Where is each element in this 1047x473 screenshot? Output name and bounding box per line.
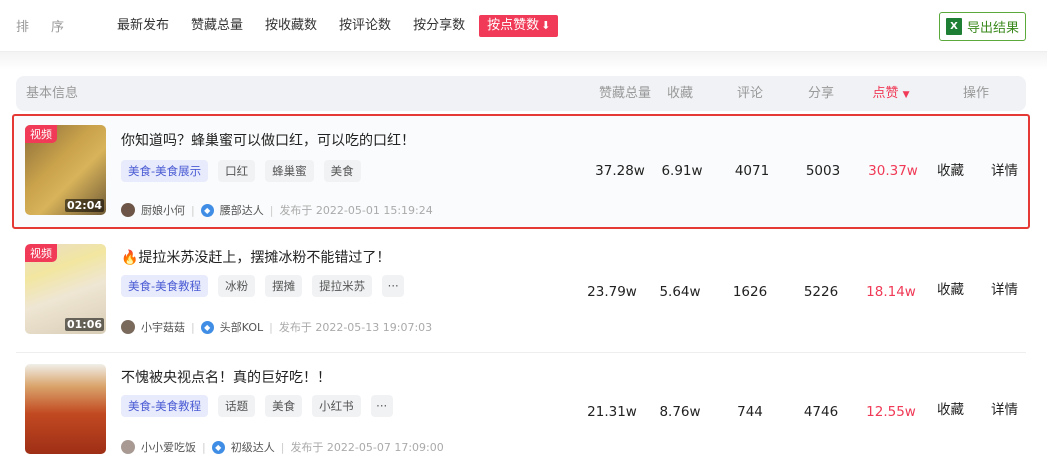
sort-label: 排序: [16, 20, 87, 35]
level-icon: ◆: [200, 320, 214, 334]
divider: |: [269, 320, 273, 334]
tag-list: 美食-美食展示 口红 蜂巢蜜 美食: [121, 160, 361, 182]
export-button[interactable]: X 导出结果: [939, 12, 1026, 41]
author-name[interactable]: 小小爱吃饭: [141, 439, 196, 455]
th-ops: 操作: [962, 86, 989, 101]
table-row[interactable]: 不愧被央视点名！真的巨好吃！！ 美食-美食教程 话题 美食 小红书 ··· 小小…: [16, 355, 1026, 473]
sort-caret-icon: ▼: [902, 90, 910, 100]
category-tag[interactable]: 美食-美食教程: [121, 395, 209, 417]
level-icon: ◆: [200, 203, 214, 217]
author-name[interactable]: 小宇菇菇: [141, 319, 185, 335]
comment-value: 4071: [734, 163, 770, 179]
avatar[interactable]: [121, 440, 135, 454]
like-value: 12.55w: [866, 404, 916, 420]
row-divider: [16, 352, 1026, 353]
author-level: 初级达人: [230, 441, 275, 454]
author-level: 腰部达人: [219, 204, 264, 217]
tag-list: 美食-美食教程 话题 美食 小红书 ···: [121, 395, 393, 417]
th-basic: 基本信息: [26, 86, 79, 101]
avatar[interactable]: [121, 203, 135, 217]
tag[interactable]: 美食: [323, 160, 361, 182]
post-meta: 小宇菇菇 | ◆ 头部KOL | 发布于 2022-05-13 19:07:03: [121, 319, 432, 335]
th-comment[interactable]: 评论: [715, 76, 785, 111]
sort-options: 最新发布 赞藏总量 按收藏数 按评论数 按分享数 按点赞数 ⬇: [117, 15, 580, 37]
th-fav[interactable]: 收藏: [645, 76, 715, 111]
post-meta: 厨娘小何 | ◆ 腰部达人 | 发布于 2022-05-01 15:19:24: [121, 202, 433, 218]
more-tags-button[interactable]: ···: [370, 395, 393, 417]
publish-time: 发布于 2022-05-07 17:09:00: [290, 441, 444, 454]
video-duration: 01:06: [64, 318, 104, 331]
post-title[interactable]: 不愧被央视点名！真的巨好吃！！: [121, 367, 331, 387]
sort-like[interactable]: 按点赞数 ⬇: [479, 15, 559, 37]
tag-list: 美食-美食教程 冰粉 摆摊 提拉米苏 ···: [121, 275, 405, 297]
post-meta: 小小爱吃饭 | ◆ 初级达人 | 发布于 2022-05-07 17:09:00: [121, 439, 444, 455]
like-value: 30.37w: [868, 163, 918, 179]
post-title[interactable]: 你知道吗？蜂巢蜜可以做口红，可以吃的口红！: [121, 130, 415, 150]
divider: |: [191, 203, 195, 217]
tag[interactable]: 提拉米苏: [312, 275, 373, 297]
excel-icon: X: [945, 18, 962, 35]
video-thumbnail[interactable]: 视频 02:04: [25, 125, 106, 215]
divider: |: [202, 440, 206, 454]
fav-value: 5.64w: [659, 284, 701, 300]
sort-bar: 排序 最新发布 赞藏总量 按收藏数 按评论数 按分享数 按点赞数 ⬇ X 导出结果: [0, 0, 1047, 52]
like-value: 18.14w: [866, 284, 916, 300]
tag[interactable]: 话题: [218, 395, 256, 417]
category-tag[interactable]: 美食-美食展示: [121, 160, 209, 182]
divider: |: [280, 440, 285, 454]
sort-total[interactable]: 赞藏总量: [191, 15, 243, 37]
th-like[interactable]: 点赞 ▼: [856, 76, 926, 111]
export-label: 导出结果: [966, 21, 1019, 36]
favorite-button[interactable]: 收藏: [937, 235, 964, 353]
video-duration: 02:04: [64, 199, 104, 212]
sort-like-label: 按点赞数: [487, 18, 540, 33]
divider: |: [269, 203, 274, 217]
tag[interactable]: 美食: [265, 395, 303, 417]
video-thumbnail[interactable]: 视频 01:06: [25, 244, 106, 334]
tag[interactable]: 摆摊: [265, 275, 303, 297]
publish-time: 发布于 2022-05-01 15:19:24: [279, 204, 433, 217]
th-share[interactable]: 分享: [786, 76, 856, 111]
post-title[interactable]: 🔥提拉米苏没赶上，摆摊冰粉不能错过了！: [121, 247, 390, 267]
category-tag[interactable]: 美食-美食教程: [121, 275, 209, 297]
detail-button[interactable]: 详情: [991, 235, 1018, 353]
author-name[interactable]: 厨娘小何: [141, 202, 185, 218]
sort-comment[interactable]: 按评论数: [339, 15, 391, 37]
fav-value: 6.91w: [661, 163, 703, 179]
table-header: 基本信息 赞藏总量 收藏 评论 分享 点赞 ▼ 操作: [16, 76, 1026, 111]
fav-value: 8.76w: [659, 404, 701, 420]
table-row[interactable]: 视频 01:06 🔥提拉米苏没赶上，摆摊冰粉不能错过了！ 美食-美食教程 冰粉 …: [16, 235, 1026, 353]
th-like-label: 点赞: [872, 86, 899, 101]
sort-share[interactable]: 按分享数: [413, 15, 465, 37]
tag[interactable]: 蜂巢蜜: [265, 160, 314, 182]
publish-time: 发布于 2022-05-13 19:07:03: [278, 321, 433, 334]
video-badge: 视频: [25, 125, 57, 143]
video-thumbnail[interactable]: [25, 364, 106, 454]
favorite-button[interactable]: 收藏: [937, 355, 964, 473]
share-value: 5226: [803, 284, 839, 300]
detail-button[interactable]: 详情: [991, 116, 1018, 234]
favorite-button[interactable]: 收藏: [937, 116, 964, 234]
author-level: 头部KOL: [219, 321, 264, 334]
section-separator: [0, 52, 1047, 70]
share-value: 4746: [803, 404, 839, 420]
more-tags-button[interactable]: ···: [382, 275, 405, 297]
detail-button[interactable]: 详情: [991, 355, 1018, 473]
sort-latest[interactable]: 最新发布: [117, 15, 169, 37]
comment-value: 744: [737, 404, 763, 420]
avatar[interactable]: [121, 320, 135, 334]
sort-desc-icon: ⬇: [541, 19, 551, 32]
divider: |: [191, 320, 195, 334]
level-icon: ◆: [211, 440, 225, 454]
tag[interactable]: 小红书: [312, 395, 361, 417]
table-row[interactable]: 视频 02:04 你知道吗？蜂巢蜜可以做口红，可以吃的口红！ 美食-美食展示 口…: [12, 114, 1030, 229]
share-value: 5003: [805, 163, 841, 179]
tag[interactable]: 冰粉: [218, 275, 256, 297]
comment-value: 1626: [732, 284, 768, 300]
video-badge: 视频: [25, 244, 57, 262]
sort-fav[interactable]: 按收藏数: [265, 15, 317, 37]
tag[interactable]: 口红: [218, 160, 256, 182]
